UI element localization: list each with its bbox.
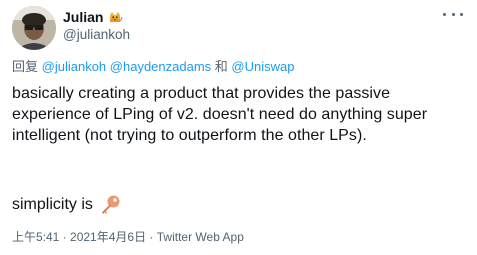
more-options-icon[interactable] — [443, 7, 463, 21]
tweet-time[interactable]: 上午5:41 — [12, 230, 59, 244]
meta-separator: · — [146, 230, 157, 244]
tweet-meta: 上午5:41 · 2021年4月6日 · Twitter Web App — [12, 229, 244, 245]
tweet-text: basically creating a product that provid… — [12, 83, 467, 146]
tweet-paragraph-2: simplicity is — [12, 193, 121, 217]
dot — [443, 12, 446, 16]
tweet-source[interactable]: Twitter Web App — [157, 230, 244, 244]
tweet-paragraph: basically creating a product that provid… — [12, 85, 428, 144]
reply-prefix: 回复 — [12, 59, 39, 74]
author-handle[interactable]: @juliankoh — [63, 26, 130, 44]
tweet: Julian @juliankoh 回复 @juliankoh @haydenz… — [0, 0, 477, 255]
replying-to: 回复 @juliankoh @haydenzadams 和 @Uniswap — [12, 59, 294, 75]
tweet-paragraph: simplicity is — [12, 196, 93, 213]
author-name-row[interactable]: Julian — [63, 8, 123, 26]
reply-conjunction: 和 — [214, 59, 228, 74]
dot — [451, 12, 455, 16]
tweet-date[interactable]: 2021年4月6日 — [70, 230, 146, 244]
dot — [460, 12, 463, 16]
mention-link[interactable]: @Uniswap — [231, 59, 294, 74]
avatar-photo — [12, 6, 56, 50]
key-icon — [99, 194, 121, 216]
avatar[interactable] — [12, 6, 56, 50]
mention-link[interactable]: @haydenzadams — [110, 59, 211, 74]
mention-link[interactable]: @juliankoh — [42, 59, 107, 74]
author-display-name[interactable]: Julian — [63, 8, 103, 26]
cat-icon — [107, 9, 123, 25]
meta-separator: · — [59, 230, 71, 244]
